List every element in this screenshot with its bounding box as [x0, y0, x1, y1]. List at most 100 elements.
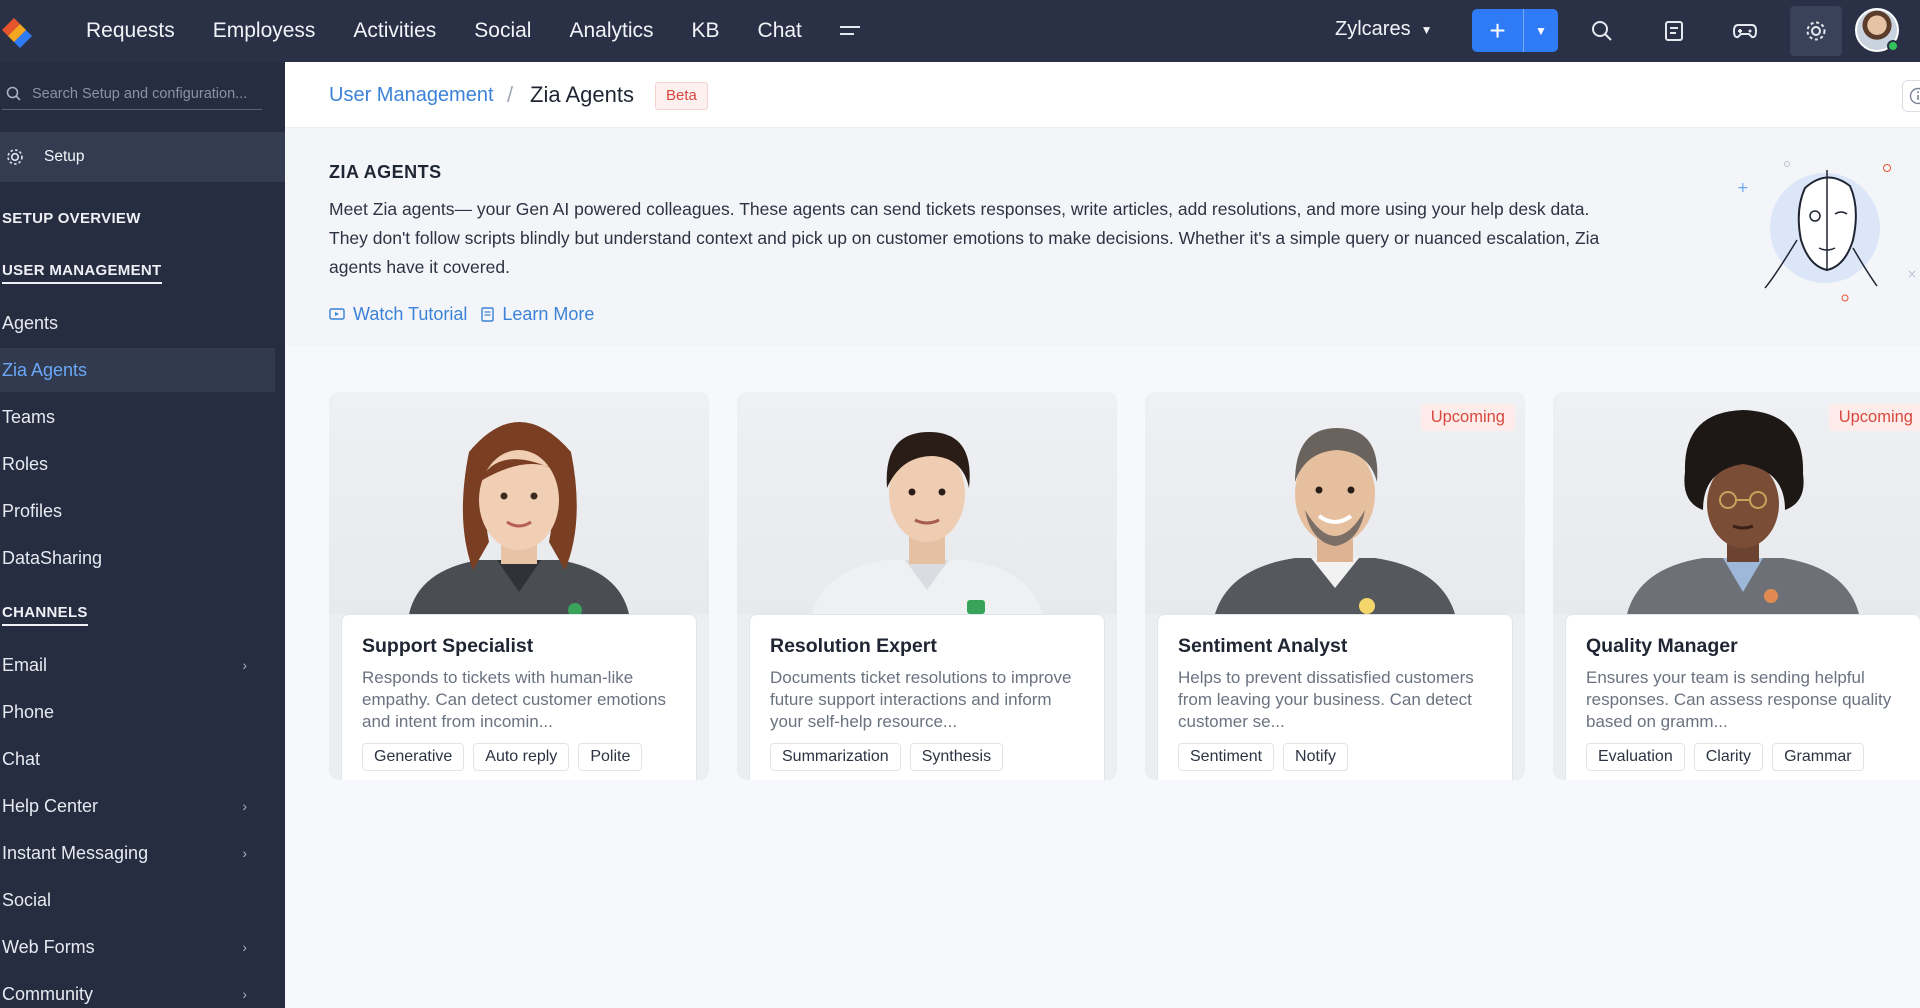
notes-icon[interactable]	[1656, 13, 1692, 49]
sidebar-item-roles[interactable]: Roles	[0, 442, 275, 486]
agent-name: Support Specialist	[362, 635, 534, 657]
agent-card-quality-manager[interactable]: Upcoming Quality Manager Ensures your te…	[1553, 392, 1920, 780]
agent-card-body: Resolution Expert Documents ticket resol…	[749, 614, 1105, 780]
watch-tutorial-link[interactable]: Watch Tutorial	[329, 304, 467, 325]
sidebar-item-label: Teams	[2, 406, 56, 427]
agent-photo	[329, 392, 709, 614]
sidebar-item-agents[interactable]: Agents	[0, 301, 275, 345]
breadcrumb-user-management[interactable]: User Management	[329, 84, 494, 107]
sidebar-item-email[interactable]: Email ›	[0, 643, 275, 687]
sidebar-item-label: Social	[2, 889, 52, 910]
agent-card-body: Sentiment Analyst Helps to prevent dissa…	[1157, 614, 1513, 780]
add-button[interactable]: + ▼	[1472, 9, 1558, 52]
nav-kb[interactable]: KB	[692, 19, 720, 43]
sidebar-item-label: Roles	[2, 453, 49, 474]
top-bar: Requests Employess Activities Social Ana…	[0, 0, 1920, 62]
agent-card-body: Support Specialist Responds to tickets w…	[341, 614, 697, 780]
tutorial-icon	[329, 307, 345, 320]
setup-overview-link[interactable]: SETUP OVERVIEW	[2, 210, 141, 227]
agent-tag: Summarization	[770, 743, 901, 771]
sidebar-item-help-center[interactable]: Help Center ›	[0, 784, 275, 828]
svg-text:+: +	[1737, 180, 1749, 196]
agent-tag: Notify	[1283, 743, 1348, 771]
agent-tag: Polite	[578, 743, 643, 771]
setup-label: Setup	[44, 148, 85, 165]
chevron-down-icon[interactable]: ▼	[1524, 24, 1558, 38]
breadcrumb-separator: /	[507, 82, 514, 107]
search-icon	[6, 86, 21, 101]
org-switcher[interactable]: Zylcares ▼	[1335, 18, 1432, 41]
learn-more-link[interactable]: Learn More	[481, 304, 594, 325]
gear-icon	[7, 149, 23, 165]
sidebar-item-teams[interactable]: Teams	[0, 395, 275, 439]
nav-employess[interactable]: Employess	[213, 19, 316, 43]
ai-face-illustration: + ×	[1737, 161, 1917, 302]
sidebar-item-label: Web Forms	[2, 936, 95, 957]
nav-chat[interactable]: Chat	[758, 19, 802, 43]
user-avatar[interactable]	[1855, 8, 1899, 52]
agent-tags: Sentiment Notify	[1178, 743, 1492, 771]
user-management-heading[interactable]: USER MANAGEMENT	[2, 262, 162, 284]
app-logo-icon[interactable]	[0, 12, 36, 48]
sidebar-item-datasharing[interactable]: DataSharing	[0, 536, 275, 580]
intro-description: Meet Zia agents— your Gen AI powered col…	[329, 199, 1600, 277]
nav-activities[interactable]: Activities	[353, 19, 436, 43]
agent-tag: Synthesis	[909, 743, 1004, 771]
agent-tag: Sentiment	[1178, 743, 1275, 771]
sidebar-item-phone[interactable]: Phone	[0, 690, 275, 734]
svg-text:×: ×	[1907, 267, 1917, 281]
intro-links: Watch Tutorial Learn More	[329, 304, 608, 325]
setup-search-input[interactable]	[32, 85, 252, 102]
setup-home[interactable]: Setup	[0, 132, 285, 182]
sidebar-item-label: Help Center	[2, 795, 99, 816]
agent-description: Documents ticket resolutions to improve …	[770, 668, 1072, 731]
agent-tag: Grammar	[1772, 743, 1864, 771]
agent-description: Responds to tickets with human-like empa…	[362, 668, 666, 731]
setup-sidebar: Setup SETUP OVERVIEW USER MANAGEMENT Age…	[0, 62, 285, 1008]
sidebar-item-label: DataSharing	[2, 547, 103, 568]
sidebar-item-label: Chat	[2, 748, 41, 769]
agent-description: Ensures your team is sending helpful res…	[1586, 668, 1892, 731]
nav-analytics[interactable]: Analytics	[569, 19, 653, 43]
agent-name: Sentiment Analyst	[1178, 635, 1348, 657]
sidebar-item-label: Agents	[2, 312, 59, 333]
search-icon[interactable]	[1584, 13, 1620, 49]
agent-card-resolution-expert[interactable]: Resolution Expert Documents ticket resol…	[737, 392, 1117, 780]
agent-tag: Evaluation	[1586, 743, 1685, 771]
agent-description: Helps to prevent dissatisfied customers …	[1178, 668, 1474, 731]
intro-banner: ZIA AGENTS Meet Zia agents— your Gen AI …	[285, 128, 1920, 346]
plus-icon[interactable]: +	[1472, 9, 1524, 52]
game-controller-icon[interactable]	[1727, 13, 1763, 49]
breadcrumb: User Management / Zia Agents Beta	[285, 62, 1920, 128]
agent-card-sentiment-analyst[interactable]: Upcoming Sentiment Analyst Helps to prev…	[1145, 392, 1525, 780]
gear-icon[interactable]	[1790, 6, 1842, 56]
agent-tags: Generative Auto reply Polite	[362, 743, 676, 771]
nav-requests[interactable]: Requests	[86, 19, 175, 43]
nav-social[interactable]: Social	[474, 19, 531, 43]
sidebar-item-profiles[interactable]: Profiles	[0, 489, 275, 533]
sidebar-item-label: Phone	[2, 701, 55, 722]
chevron-right-icon: ›	[242, 986, 247, 1002]
sidebar-item-social[interactable]: Social	[0, 878, 275, 922]
agent-tag: Clarity	[1693, 743, 1764, 771]
info-icon[interactable]	[1902, 80, 1920, 112]
upcoming-badge: Upcoming	[1420, 404, 1515, 431]
sidebar-item-web-forms[interactable]: Web Forms ›	[0, 925, 275, 969]
sidebar-item-label: Zia Agents	[2, 359, 88, 380]
sidebar-item-chat[interactable]: Chat	[0, 737, 275, 781]
channels-heading[interactable]: CHANNELS	[2, 604, 88, 626]
chevron-right-icon: ›	[242, 798, 247, 814]
intro-title: ZIA AGENTS	[329, 162, 442, 182]
beta-badge: Beta	[655, 82, 708, 110]
more-menu-icon[interactable]	[839, 18, 862, 44]
sidebar-item-label: Instant Messaging	[2, 842, 149, 863]
agent-card-support-specialist[interactable]: Support Specialist Responds to tickets w…	[329, 392, 709, 780]
agent-photo	[737, 392, 1117, 614]
sidebar-item-zia-agents[interactable]: Zia Agents	[0, 348, 275, 392]
chevron-right-icon: ›	[242, 939, 247, 955]
sidebar-item-community[interactable]: Community ›	[0, 972, 275, 1008]
document-icon	[481, 307, 495, 322]
sidebar-item-instant-messaging[interactable]: Instant Messaging ›	[0, 831, 275, 875]
agent-tags: Summarization Synthesis	[770, 743, 1084, 771]
main-content: User Management / Zia Agents Beta ZIA AG…	[285, 62, 1920, 1008]
